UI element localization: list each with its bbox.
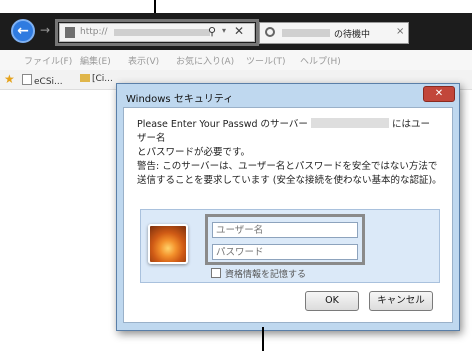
password-field[interactable] (212, 244, 358, 260)
menu-file[interactable]: ファイル(F) (24, 54, 72, 67)
dialog-title: Windows セキュリティ (126, 94, 234, 105)
favorite-item[interactable]: eCSi... (22, 74, 63, 87)
credential-panel: 資格情報を記憶する (140, 209, 440, 283)
remember-credentials[interactable]: 資格情報を記憶する (211, 267, 306, 280)
cancel-button[interactable]: キャンセル (369, 291, 433, 311)
browser-tab[interactable]: の待機中 × (259, 22, 409, 44)
tab-label: の待機中 (334, 30, 371, 40)
menu-edit[interactable]: 編集(E) (80, 54, 111, 67)
dialog-close-button[interactable]: ✕ (423, 86, 455, 102)
tab-close-icon[interactable]: × (396, 26, 404, 37)
back-button[interactable]: ← (11, 19, 35, 43)
tab-title-redacted (282, 29, 330, 37)
address-callout-box (55, 19, 259, 46)
back-arrow-icon: ← (17, 23, 29, 39)
browser-titlebar: ← → http:// ⚲ ▾ ✕ の待機中 × (0, 13, 472, 50)
favorite-item[interactable]: [Ci... (80, 74, 113, 84)
user-avatar (148, 224, 188, 264)
security-dialog: Windows セキュリティ ✕ Please Enter Your Passw… (116, 83, 460, 331)
ok-button[interactable]: OK (305, 291, 359, 311)
credentials-callout-box (205, 214, 365, 265)
username-field[interactable] (212, 222, 358, 238)
dialog-warning: 警告: このサーバーは、ユーザー名とパスワードを安全ではない方法で送信することを… (137, 161, 442, 186)
menu-help[interactable]: ヘルプ(H) (300, 54, 341, 67)
menu-view[interactable]: 表示(V) (128, 54, 159, 67)
dialog-body: Please Enter Your Passwd のサーバー にはユーザー名 と… (123, 107, 453, 323)
forward-arrow-icon[interactable]: → (40, 23, 50, 37)
menu-tools[interactable]: ツール(T) (246, 54, 286, 67)
close-icon: ✕ (434, 88, 444, 99)
page-icon (22, 74, 32, 85)
favorites-star-icon[interactable]: ★ (4, 72, 15, 86)
menu-favorites[interactable]: お気に入り(A) (176, 54, 234, 67)
server-name-redacted (310, 118, 389, 128)
remember-checkbox[interactable] (211, 268, 221, 278)
loading-icon (265, 27, 275, 37)
folder-icon (80, 74, 90, 82)
callout-line-bottom (262, 327, 264, 351)
menu-bar: ファイル(F) 編集(E) 表示(V) お気に入り(A) ツール(T) ヘルプ(… (0, 50, 472, 70)
dialog-message: Please Enter Your Passwd のサーバー にはユーザー名 と… (137, 118, 430, 158)
